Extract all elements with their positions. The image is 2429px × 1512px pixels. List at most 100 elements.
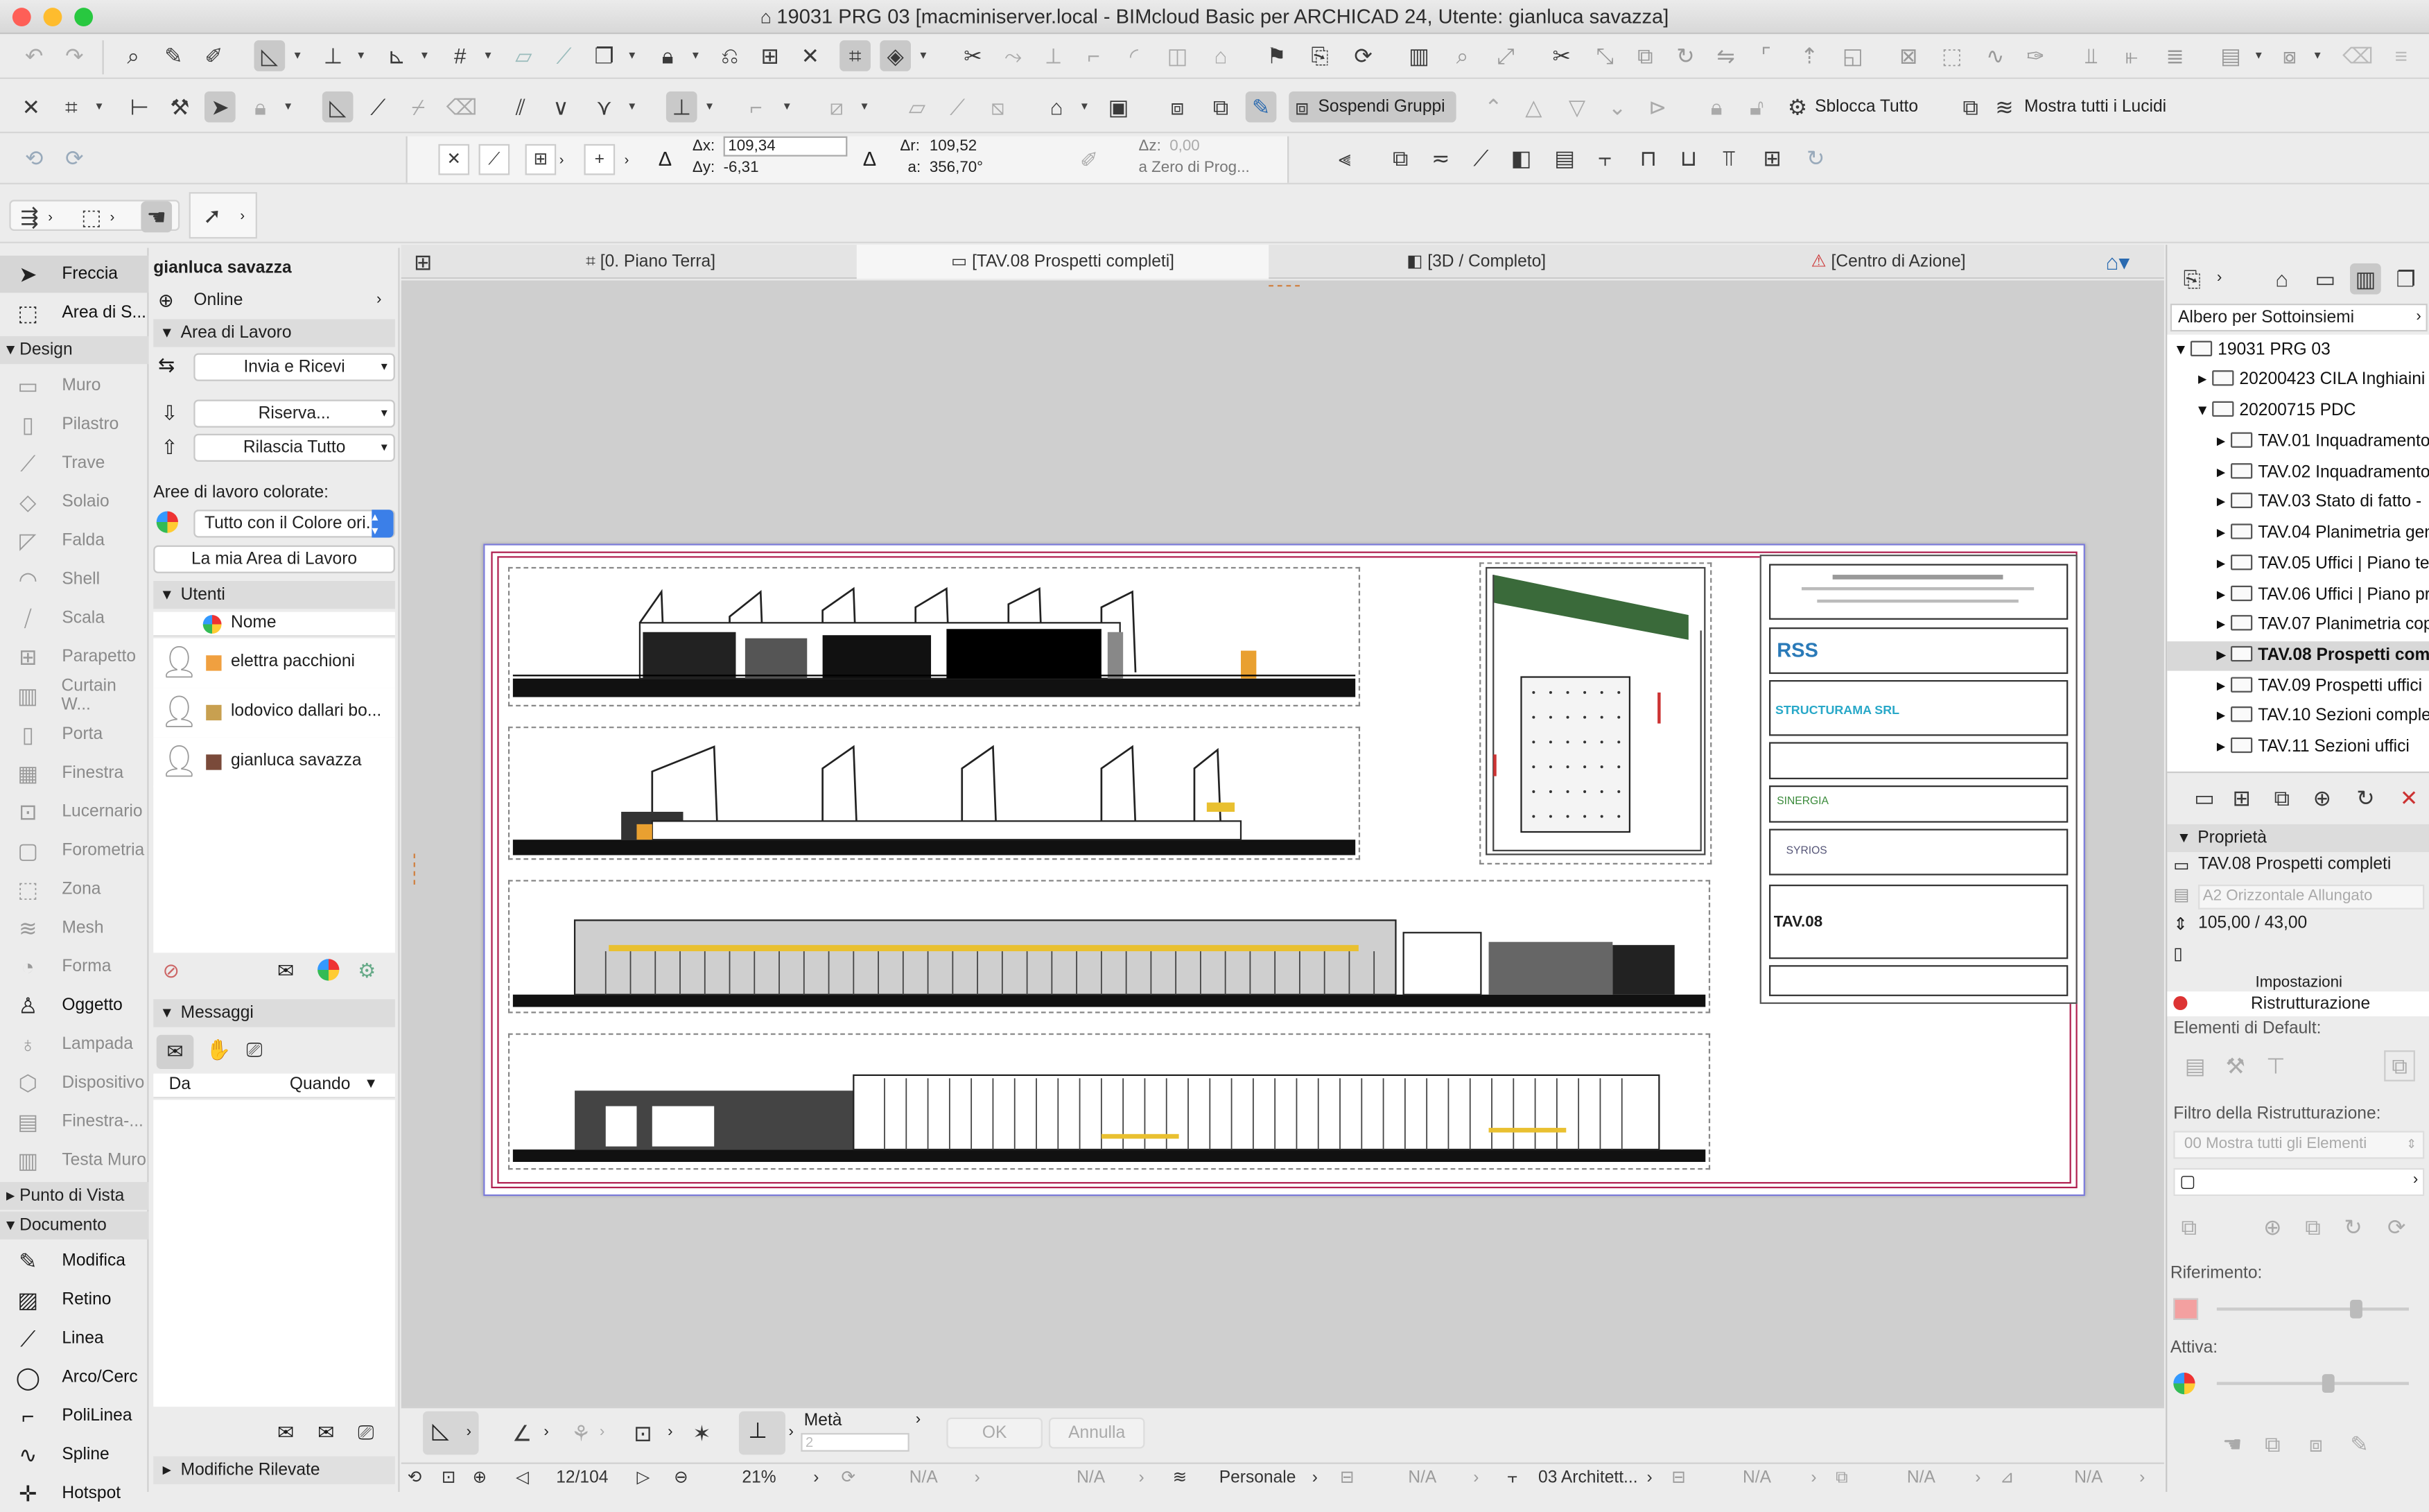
- display-order-icon[interactable]: ⧇: [2274, 40, 2306, 71]
- snap-reference-icon[interactable]: ⊥: [665, 91, 697, 123]
- tool-zona[interactable]: ⬚ Zona: [0, 871, 149, 908]
- reference-level[interactable]: a Zero di Prog...: [1139, 158, 1250, 178]
- chevron-down-icon[interactable]: ▾: [358, 40, 370, 71]
- lock-elem-icon[interactable]: 🔒︎: [1701, 92, 1732, 123]
- chevron-right-icon[interactable]: ›: [1646, 1464, 1652, 1492]
- mirror-icon[interactable]: ⇋: [1710, 40, 1741, 71]
- select-prev-icon[interactable]: ⇶: [14, 202, 45, 233]
- zoom-window-button[interactable]: [74, 8, 94, 26]
- tool-falda[interactable]: ◸ Falda: [0, 522, 149, 559]
- tree-layout-item[interactable]: ▸ TAV.07 Planimetria cop: [2167, 611, 2429, 640]
- minimize-window-button[interactable]: [43, 8, 62, 26]
- filter-icon[interactable]: ⧉: [1836, 1464, 1848, 1492]
- when-column-header[interactable]: Quando: [290, 1075, 351, 1094]
- tool-curtain-w[interactable]: ▥ Curtain W...: [0, 677, 149, 715]
- user-row[interactable]: 👤︎ lodovico dallari bo...: [153, 688, 395, 738]
- update-icon[interactable]: ↻: [2350, 783, 2381, 814]
- scale-icon[interactable]: ⊟: [1340, 1464, 1355, 1492]
- padlock-icon[interactable]: 🔒︎: [245, 92, 276, 123]
- dr-input[interactable]: 109,52: [930, 137, 977, 157]
- reply-icon[interactable]: ✉: [317, 1420, 334, 1445]
- grid-icon[interactable]: ⌗: [55, 92, 87, 123]
- tree-folder[interactable]: ▸ 20200423 CILA Inghiaini: [2167, 365, 2429, 394]
- workspace-header[interactable]: ▾ Area di Lavoro: [153, 319, 395, 347]
- shell-icon[interactable]: ◧: [1506, 143, 1537, 174]
- from-column-header[interactable]: Da: [169, 1075, 191, 1094]
- page-indicator[interactable]: 12/104: [556, 1464, 608, 1492]
- chart-icon[interactable]: ▥: [1404, 40, 1435, 71]
- name-column-header[interactable]: Nome: [231, 614, 277, 632]
- chevron-down-icon[interactable]: ▾: [861, 92, 873, 123]
- messages-header[interactable]: ▾ Messaggi: [153, 999, 395, 1027]
- polar-icon[interactable]: ⟋: [478, 144, 510, 175]
- tool-finestra[interactable]: ▦ Finestra: [0, 754, 149, 792]
- eraser-icon[interactable]: ⌫: [2342, 40, 2374, 71]
- duplicate-icon[interactable]: ⧉: [2297, 1212, 2328, 1243]
- existing-icon[interactable]: ▤: [2179, 1050, 2211, 1081]
- chevron-down-icon[interactable]: ▾: [421, 40, 434, 71]
- merge-icon[interactable]: ⧈: [2301, 1428, 2332, 1459]
- renovation-palette-icon[interactable]: ⧉: [2384, 1050, 2415, 1081]
- chevron-right-icon[interactable]: ›: [559, 144, 564, 175]
- chevron-down-icon[interactable]: ▾: [96, 92, 109, 123]
- dx-input[interactable]: 109,34: [723, 136, 848, 157]
- chevron-right-icon[interactable]: ›: [48, 202, 53, 233]
- tool-dispositivo[interactable]: ⬡ Dispositivo: [0, 1064, 149, 1102]
- reserve-button[interactable]: Riserva... ▾: [193, 399, 395, 428]
- chevron-right-icon[interactable]: ›: [1811, 1464, 1816, 1492]
- tool-retino[interactable]: ▨ Retino: [0, 1281, 149, 1319]
- inbox-icon[interactable]: ✉: [156, 1034, 194, 1069]
- layout-sheet[interactable]: RSS STRUCTURAMA SRL SINERGIA SYRIOS TAV.…: [483, 544, 2085, 1197]
- lock-icon[interactable]: 🔒︎: [652, 40, 684, 71]
- rotation-icon[interactable]: ⟳: [841, 1464, 855, 1492]
- request-icon[interactable]: ✋: [206, 1038, 231, 1063]
- mesh-icon[interactable]: ⧅: [982, 92, 1013, 123]
- tab-overview-icon[interactable]: ⊞: [408, 246, 439, 277]
- tool-finestra[interactable]: ▤ Finestra-...: [0, 1103, 149, 1140]
- flip-icon[interactable]: ⊳: [1642, 92, 1673, 123]
- tree-layout-item[interactable]: ▸ TAV.08 Prospetti com: [2167, 641, 2429, 671]
- distribute-icon[interactable]: ≣: [2159, 40, 2191, 71]
- section-viewpoint[interactable]: ▸ Punto di Vista: [0, 1182, 149, 1210]
- tool-linea[interactable]: ⟋ Linea: [0, 1320, 149, 1357]
- tree-layout-item[interactable]: ▸ TAV.06 Uffici | Piano pr: [2167, 580, 2429, 609]
- tree-layout-item[interactable]: ▸ TAV.02 Inquadramento: [2167, 458, 2429, 487]
- geometry-method-icon[interactable]: ⫷: [1329, 143, 1360, 174]
- tool-oggetto[interactable]: ♙ Oggetto: [0, 987, 149, 1025]
- refresh-icon[interactable]: ↻: [1800, 143, 1831, 174]
- roof-icon[interactable]: ⌂: [1205, 40, 1237, 71]
- ok-button[interactable]: OK: [946, 1417, 1043, 1449]
- section-design[interactable]: ▾ Design: [0, 336, 149, 365]
- elevation-west[interactable]: [512, 1044, 1706, 1163]
- user-row[interactable]: 👤︎ gianluca savazza: [153, 737, 395, 788]
- tab-layout[interactable]: ▭ [TAV.08 Prospetti completi]: [856, 245, 1269, 279]
- demolish-icon[interactable]: ⚒: [2220, 1050, 2251, 1081]
- layout-book-icon[interactable]: ▥: [2350, 263, 2381, 295]
- next-page-icon[interactable]: ▷: [636, 1464, 650, 1492]
- tree-layout-item[interactable]: ▸ TAV.09 Prospetti uffici: [2167, 672, 2429, 701]
- roof-tool-icon[interactable]: ⟋: [1465, 143, 1497, 174]
- unlock-elem-icon[interactable]: 🔓︎: [1741, 92, 1773, 123]
- format-select[interactable]: A2 Orizzontale Allungato: [2198, 885, 2425, 910]
- add-rule-icon[interactable]: ⊕: [2257, 1212, 2288, 1243]
- personal-set[interactable]: Personale: [1219, 1464, 1296, 1492]
- model-view-icon[interactable]: ⊟: [1671, 1464, 1686, 1492]
- navigator-mode-select[interactable]: Albero per Sottoinsiemi ›: [2170, 304, 2428, 332]
- new-drawing-icon[interactable]: ⊕: [2306, 783, 2337, 814]
- chevron-right-icon[interactable]: ›: [668, 1418, 672, 1449]
- pen-icon[interactable]: ✑: [2020, 40, 2051, 71]
- unlock-all-button[interactable]: ⚙ Sblocca Tutto: [1788, 92, 1933, 123]
- publisher-icon[interactable]: ⎘: [1305, 40, 1336, 71]
- show-all-tracing-button[interactable]: ≋ Mostra tutti i Lucidi: [1995, 92, 2187, 123]
- rectangle-tool-icon[interactable]: ⊡: [627, 1418, 659, 1449]
- undo-icon[interactable]: ↶: [19, 40, 50, 71]
- properties-header[interactable]: ▾ Proprietà: [2167, 824, 2429, 853]
- view-settings-field[interactable]: ▢ ›: [2173, 1167, 2425, 1197]
- drawing-canvas[interactable]: RSS STRUCTURAMA SRL SINERGIA SYRIOS TAV.…: [401, 280, 2164, 1407]
- settings-button[interactable]: Impostazioni: [2167, 973, 2429, 992]
- tree-layout-item[interactable]: ▸ TAV.03 Stato di fatto -: [2167, 489, 2429, 518]
- chevron-right-icon[interactable]: ›: [813, 1464, 819, 1492]
- zoom-level[interactable]: 21%: [742, 1464, 776, 1492]
- syringe-icon[interactable]: ✐: [198, 40, 229, 71]
- add-message-icon[interactable]: ✉: [277, 959, 294, 984]
